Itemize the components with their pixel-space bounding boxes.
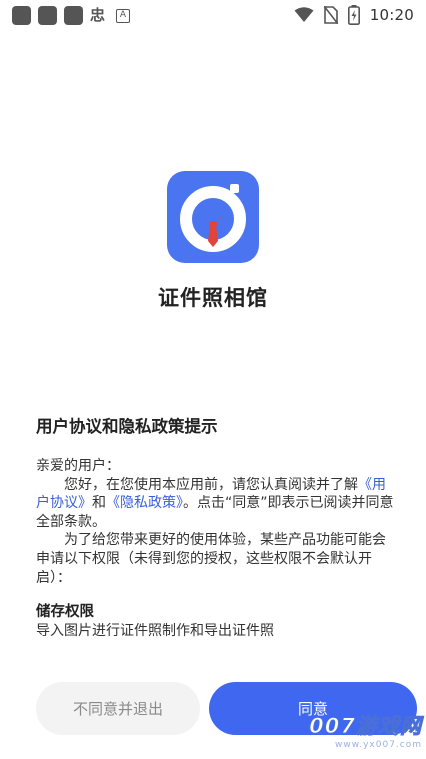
- storage-permission-desc: 导入图片进行证件照制作和导出证件照: [36, 622, 274, 639]
- app-logo: [167, 171, 259, 263]
- policy-p1-and: 和: [92, 495, 106, 512]
- policy-p1-start: 您好，在您使用本应用前，请您认真阅读并了解: [64, 476, 358, 493]
- privacy-policy-link[interactable]: 《隐私政策》: [106, 495, 183, 511]
- battery-charging-icon: [347, 5, 360, 25]
- policy-body[interactable]: 亲爱的用户： 您好，在您使用本应用前，请您认真阅读并了解《用户协议》和《隐私政策…: [36, 457, 396, 647]
- policy-paragraph-2: 为了给您带来更好的使用体验，某些产品功能可能会申请以下权限（未得到您的授权，这些…: [36, 532, 386, 586]
- status-bar-left: 忠 A: [12, 6, 131, 25]
- status-badge-icon: A: [116, 8, 131, 23]
- notification-square-icon: [38, 6, 57, 25]
- watermark: 007游戏网 www.yx007.com: [309, 710, 422, 751]
- policy-greeting: 亲爱的用户：: [36, 458, 120, 474]
- storage-permission-title: 储存权限: [36, 604, 94, 621]
- status-time: 10:20: [369, 6, 414, 24]
- app-name: 证件照相馆: [158, 286, 268, 310]
- watermark-url: www.yx007.com: [334, 740, 422, 750]
- camera-aperture-icon: [180, 184, 246, 252]
- policy-title: 用户协议和隐私政策提示: [36, 417, 218, 436]
- notification-square-icon: [12, 6, 31, 25]
- watermark-main: 007游戏网: [309, 714, 422, 739]
- notification-square-icon: [64, 6, 83, 25]
- status-bar: 忠 A 10:20: [0, 0, 426, 30]
- status-bar-right: 10:20: [294, 5, 414, 25]
- no-sim-icon: [323, 6, 338, 24]
- policy-paragraph-1: 您好，在您使用本应用前，请您认真阅读并了解《用户协议》和《隐私政策》。点击“同意…: [36, 476, 396, 532]
- status-glyph: 忠: [90, 6, 106, 24]
- decline-button[interactable]: 不同意并退出: [36, 682, 200, 735]
- wifi-icon: [294, 7, 314, 22]
